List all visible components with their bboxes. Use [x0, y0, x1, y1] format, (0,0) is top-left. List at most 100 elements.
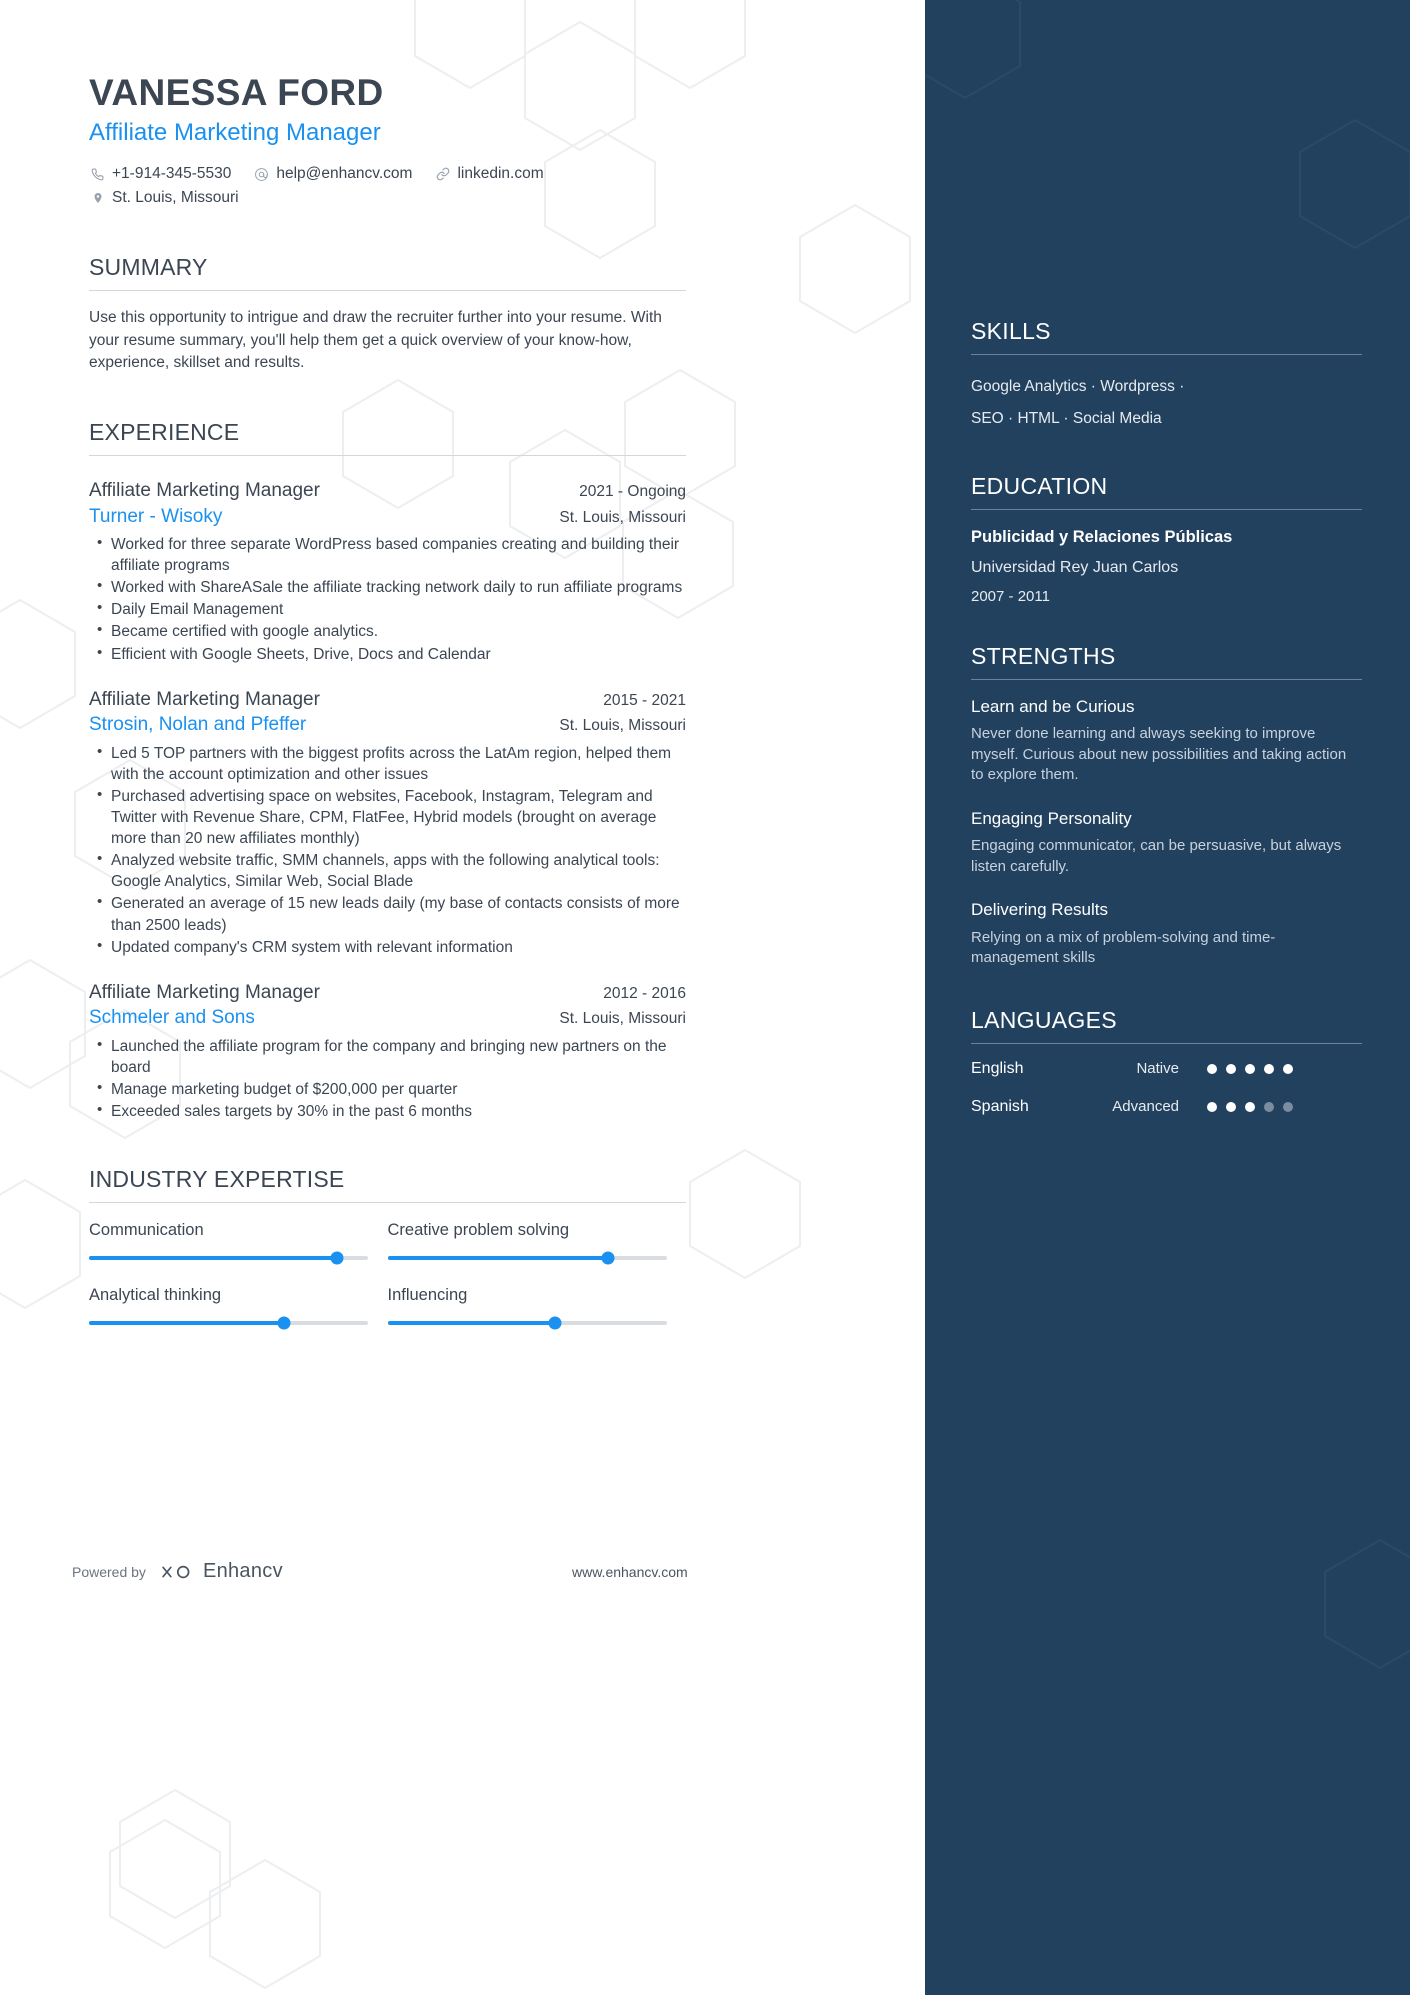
expertise-slider-track[interactable]: [89, 1316, 368, 1330]
resume-page: SKILLS Google Analytics · Wordpress · SE…: [0, 0, 1410, 1995]
language-name: English: [971, 1059, 1024, 1077]
expertise-slider-fill: [387, 1321, 555, 1326]
expertise-slider-knob[interactable]: [548, 1316, 562, 1330]
expertise-slider-fill: [89, 1321, 285, 1326]
expertise-label: Influencing: [387, 1286, 468, 1305]
resume-header: VANESSA FORD Affiliate Marketing Manager…: [89, 72, 686, 210]
rating-dot-empty: [1283, 1101, 1293, 1112]
experience-bullet-list: Led 5 TOP partners with the biggest prof…: [89, 742, 686, 958]
contact-email-text: help@enhancv.com: [276, 165, 413, 183]
experience-bullet: Worked for three separate WordPress base…: [89, 533, 686, 576]
experience-heading: EXPERIENCE: [89, 418, 240, 445]
expertise-slider-track[interactable]: [387, 1316, 667, 1330]
enhancv-logo: Enhancv: [160, 1560, 283, 1583]
industry-expertise-grid: Communication Creative problem solving A…: [89, 1221, 686, 1351]
experience-divider: [89, 454, 686, 456]
contact-row-location: St. Louis, Missouri: [89, 186, 686, 210]
rating-dot-filled: [1264, 1063, 1274, 1074]
language-row: English Native: [971, 1060, 1362, 1078]
experience-bullet-list: Worked for three separate WordPress base…: [89, 533, 686, 665]
experience-entry: Affiliate Marketing Manager 2015 - 2021 …: [89, 687, 686, 958]
experience-company[interactable]: Strosin, Nolan and Pfeffer: [89, 712, 306, 738]
education-degree: Publicidad y Relaciones Públicas: [971, 527, 1233, 546]
experience-location: St. Louis, Missouri: [559, 1010, 686, 1028]
strengths-section: STRENGTHS Learn and be Curious Never don…: [971, 643, 1362, 969]
contact-linkedin[interactable]: linkedin.com: [434, 162, 544, 186]
experience-title-row: Affiliate Marketing Manager 2015 - 2021: [89, 687, 686, 713]
expertise-label: Analytical thinking: [89, 1286, 222, 1305]
expertise-item: Creative problem solving: [387, 1221, 687, 1265]
rating-dot-filled: [1226, 1101, 1236, 1112]
summary-heading: SUMMARY: [89, 254, 208, 281]
expertise-slider-knob[interactable]: [330, 1251, 344, 1265]
education-school: Universidad Rey Juan Carlos: [971, 558, 1179, 576]
phone-icon: [89, 168, 106, 181]
experience-bullet: Daily Email Management: [89, 598, 686, 620]
strength-title: Engaging Personality: [971, 808, 1132, 828]
contact-row-primary: +1-914-345-5530 help@enhancv.com linkedi…: [89, 162, 686, 186]
experience-bullet: Exceeded sales targets by 30% in the pas…: [89, 1100, 686, 1122]
strength-description: Relying on a mix of problem-solving and …: [971, 928, 1276, 967]
expertise-slider-fill: [89, 1256, 338, 1261]
experience-company-row: Turner - Wisoky St. Louis, Missouri: [89, 504, 686, 530]
languages-section: LANGUAGES English Native Spanish Advance…: [971, 1007, 1362, 1116]
experience-bullet: Worked with ShareASale the affiliate tra…: [89, 576, 686, 598]
location-pin-icon: [89, 191, 106, 205]
expertise-slider-track[interactable]: [89, 1251, 368, 1265]
experience-company[interactable]: Schmeler and Sons: [89, 1005, 255, 1031]
summary-divider: [89, 290, 686, 292]
candidate-name: VANESSA FORD: [89, 72, 384, 113]
experience-bullet-list: Launched the affiliate program for the c…: [89, 1035, 686, 1122]
rating-dot-filled: [1283, 1063, 1293, 1074]
email-icon: [253, 167, 270, 182]
experience-bullet: Launched the affiliate program for the c…: [89, 1035, 686, 1078]
experience-title-row: Affiliate Marketing Manager 2012 - 2016: [89, 980, 686, 1006]
rating-dot-filled: [1245, 1101, 1255, 1112]
experience-company-row: Strosin, Nolan and Pfeffer St. Louis, Mi…: [89, 712, 686, 738]
page-footer: Powered by Enhancv www.enhancv.com: [72, 1560, 712, 1583]
expertise-label: Communication: [89, 1221, 204, 1240]
languages-heading: LANGUAGES: [971, 1006, 1117, 1033]
language-level: Native: [1136, 1060, 1179, 1078]
contact-email[interactable]: help@enhancv.com: [253, 162, 412, 186]
experience-position: Affiliate Marketing Manager: [89, 981, 320, 1003]
footer-url: www.enhancv.com: [572, 1563, 688, 1580]
experience-company[interactable]: Turner - Wisoky: [89, 504, 222, 530]
expertise-slider-fill: [387, 1256, 608, 1261]
experience-location: St. Louis, Missouri: [559, 508, 686, 526]
strength-item: Engaging Personality Engaging communicat…: [971, 808, 1362, 877]
language-name: Spanish: [971, 1097, 1029, 1115]
education-years: 2007 - 2011: [971, 587, 1050, 605]
experience-company-row: Schmeler and Sons St. Louis, Missouri: [89, 1005, 686, 1031]
expertise-slider-knob[interactable]: [601, 1251, 615, 1265]
experience-bullet: Analyzed website traffic, SMM channels, …: [89, 849, 686, 892]
expertise-slider-track[interactable]: [387, 1251, 667, 1265]
skills-heading: SKILLS: [971, 318, 1051, 344]
language-rating-dots: [1207, 1101, 1293, 1112]
experience-bullet: Efficient with Google Sheets, Drive, Doc…: [89, 643, 686, 665]
experience-bullet: Purchased advertising space on websites,…: [89, 785, 686, 849]
experience-bullet: Led 5 TOP partners with the biggest prof…: [89, 742, 686, 785]
contact-phone[interactable]: +1-914-345-5530: [89, 162, 231, 186]
rating-dot-filled: [1207, 1063, 1217, 1074]
strength-title: Learn and be Curious: [971, 696, 1135, 716]
main-content: VANESSA FORD Affiliate Marketing Manager…: [0, 0, 925, 1995]
industry-expertise-divider: [89, 1202, 686, 1204]
experience-entry: Affiliate Marketing Manager 2012 - 2016 …: [89, 980, 686, 1123]
education-heading: EDUCATION: [971, 472, 1108, 499]
languages-divider: [971, 1042, 1362, 1044]
sidebar: SKILLS Google Analytics · Wordpress · SE…: [925, 0, 1410, 1995]
skills-line-1: Google Analytics · Wordpress ·: [971, 378, 1185, 395]
summary-text: Use this opportunity to intrigue and dra…: [89, 309, 662, 372]
experience-date: 2012 - 2016: [603, 984, 686, 1002]
expertise-slider-knob[interactable]: [277, 1316, 291, 1330]
experience-bullet: Manage marketing budget of $200,000 per …: [89, 1078, 686, 1100]
strength-item: Delivering Results Relying on a mix of p…: [971, 899, 1362, 968]
experience-location: St. Louis, Missouri: [559, 717, 686, 735]
experience-bullet: Generated an average of 15 new leads dai…: [89, 892, 686, 935]
strengths-heading: STRENGTHS: [971, 642, 1116, 669]
strength-description: Engaging communicator, can be persuasive…: [971, 837, 1342, 875]
summary-section: SUMMARY Use this opportunity to intrigue…: [89, 254, 686, 374]
contact-linkedin-text: linkedin.com: [457, 165, 544, 183]
rating-dot-filled: [1207, 1101, 1217, 1112]
